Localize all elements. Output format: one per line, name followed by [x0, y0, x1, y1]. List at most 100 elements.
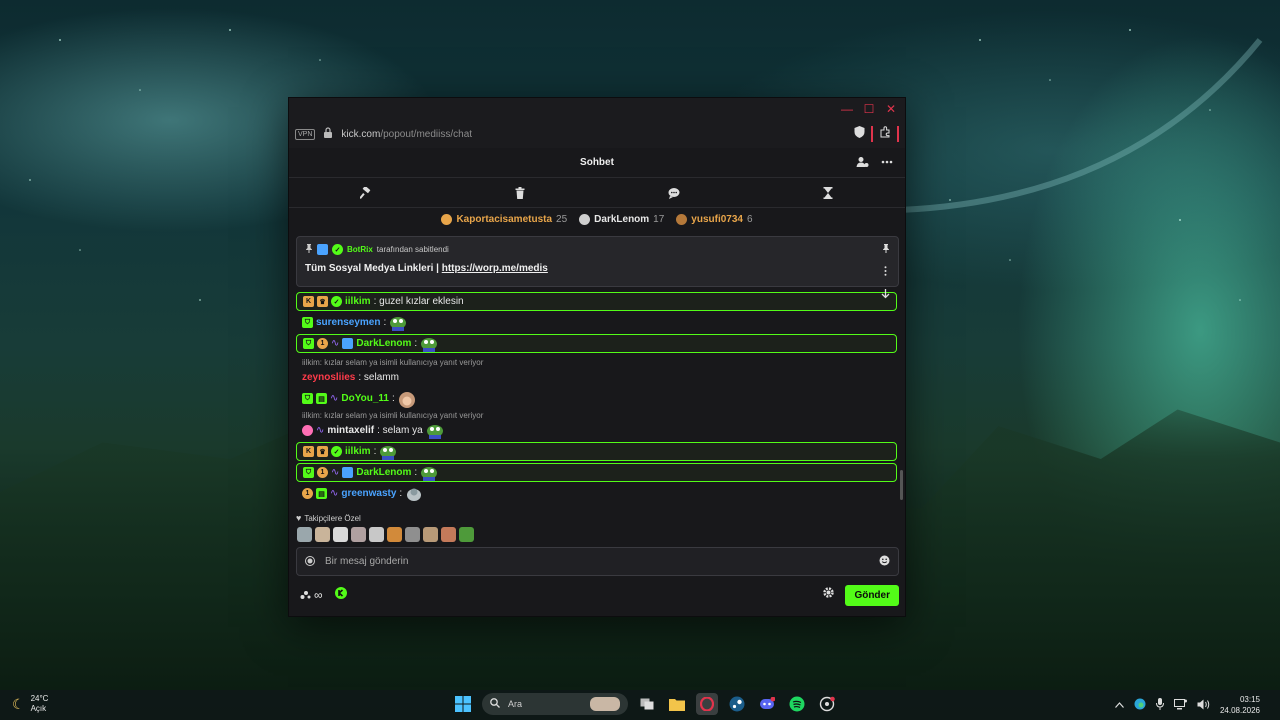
- emote-slot[interactable]: [423, 527, 438, 542]
- username[interactable]: greenwasty: [341, 488, 396, 499]
- emote-slot[interactable]: [351, 527, 366, 542]
- user-settings-icon[interactable]: [856, 155, 869, 173]
- channel-points-icon[interactable]: ∞: [300, 588, 323, 602]
- lock-icon[interactable]: [323, 125, 333, 143]
- chat-message[interactable]: K ♛ ✓ iilkim : guzel kızlar eklesin: [296, 292, 897, 311]
- rat-emote: [405, 486, 423, 502]
- leaderboard-entry-3[interactable]: yusufi0734 6: [676, 213, 753, 225]
- leaderboard-entry-2[interactable]: DarkLenom 17: [579, 213, 664, 225]
- pinned-text-prefix: Tüm Sosyal Medya Linkleri |: [305, 263, 439, 274]
- url-text[interactable]: kick.com/popout/mediiss/chat: [341, 129, 846, 140]
- vpn-badge[interactable]: VPN: [295, 128, 316, 140]
- ban-hammer-icon[interactable]: [354, 183, 378, 203]
- pinned-author[interactable]: BotRix: [347, 245, 373, 254]
- sub-badge-icon: [342, 467, 354, 478]
- maximize-button[interactable]: ☐: [861, 101, 877, 117]
- date-text: 24.08.2026: [1219, 706, 1260, 715]
- search-icon: [490, 698, 500, 710]
- username[interactable]: DarkLenom: [356, 467, 411, 478]
- hourglass-icon[interactable]: [816, 183, 840, 203]
- sidebar-separator-right: [897, 126, 899, 142]
- message-text: :: [383, 317, 387, 328]
- chat-message[interactable]: ⛉ 1 ∿ DarkLenom :: [296, 334, 897, 353]
- kick-logo-icon[interactable]: [334, 586, 347, 604]
- trash-icon[interactable]: [508, 183, 532, 203]
- chat-message[interactable]: K ♛ ✓ iilkim :: [296, 442, 897, 461]
- username[interactable]: DoYou_11: [341, 393, 389, 404]
- steam-icon[interactable]: [726, 693, 748, 715]
- emote-slot[interactable]: [297, 527, 312, 542]
- chat-message[interactable]: ⛉ surenseymen :: [296, 313, 897, 332]
- username[interactable]: zeynosliies: [302, 372, 355, 383]
- send-button[interactable]: Gönder: [845, 584, 899, 606]
- pepe-emote: [389, 315, 407, 331]
- emote-slot[interactable]: [369, 527, 384, 542]
- task-view-icon[interactable]: [636, 693, 658, 715]
- chat-message[interactable]: ∿ mintaxelif : selam ya: [296, 421, 897, 440]
- emote-slot[interactable]: [441, 527, 456, 542]
- emote-slot[interactable]: [387, 527, 402, 542]
- username[interactable]: DarkLenom: [356, 338, 411, 349]
- minimize-button[interactable]: —: [839, 101, 855, 117]
- gift-badge-icon: ▤: [316, 393, 327, 404]
- chat-title: Sohbet: [580, 157, 614, 168]
- edge-icon[interactable]: [1134, 698, 1146, 712]
- windows-start-icon[interactable]: [452, 693, 474, 715]
- chat-message[interactable]: ⛉ ▤ ∿ DoYou_11 :: [296, 389, 897, 408]
- rank-coin-icon: 1: [302, 488, 313, 499]
- unpin-icon[interactable]: [882, 244, 890, 256]
- username[interactable]: mintaxelif: [327, 425, 374, 436]
- pinned-more-icon[interactable]: [884, 266, 887, 279]
- chevron-up-icon[interactable]: [1115, 701, 1124, 710]
- close-button[interactable]: ✕: [883, 101, 899, 117]
- emote-slot[interactable]: [315, 527, 330, 542]
- taskbar-search[interactable]: Ara: [482, 693, 628, 715]
- volume-icon[interactable]: [1197, 699, 1210, 712]
- discord-icon[interactable]: [756, 693, 778, 715]
- file-explorer-icon[interactable]: [666, 693, 688, 715]
- network-icon[interactable]: [1173, 698, 1187, 712]
- chat-message[interactable]: 1 ▤ ∿ greenwasty :: [296, 484, 897, 503]
- spotify-icon[interactable]: [786, 693, 808, 715]
- chat-message-list[interactable]: K ♛ ✓ iilkim : guzel kızlar eklesin ⛉ su…: [296, 290, 899, 504]
- pepe-emote: [379, 444, 397, 460]
- mod-shield-icon: ⛉: [302, 317, 313, 328]
- chat-header: Sohbet: [289, 148, 905, 178]
- pinned-link[interactable]: https://worp.me/medis: [442, 263, 548, 274]
- settings-gear-icon[interactable]: [822, 586, 835, 604]
- app-icon-notification[interactable]: [816, 693, 838, 715]
- taskbar: ☾ 24°C Açık Ara 03:15 24.08.2026: [0, 690, 1280, 720]
- chat-bubble-icon[interactable]: [662, 183, 686, 203]
- opera-browser-icon[interactable]: [696, 693, 718, 715]
- message-input[interactable]: [325, 556, 869, 567]
- weather-widget[interactable]: ☾ 24°C Açık: [12, 694, 48, 714]
- sub-badge-icon: [342, 338, 354, 349]
- shield-icon[interactable]: [854, 125, 865, 143]
- extensions-icon[interactable]: [879, 125, 891, 143]
- chat-scrollbar[interactable]: [900, 470, 903, 500]
- record-icon[interactable]: [305, 553, 315, 571]
- reply-context[interactable]: iilkim: kızlar selam ya isimli kullanıcı…: [302, 358, 483, 367]
- microphone-icon[interactable]: [1155, 698, 1164, 712]
- emote-slot[interactable]: [459, 527, 474, 542]
- clock[interactable]: 03:15 24.08.2026: [1220, 694, 1260, 716]
- emote-slot[interactable]: [405, 527, 420, 542]
- mod-shield-icon: ⛉: [303, 338, 314, 349]
- username[interactable]: surenseymen: [316, 317, 380, 328]
- leaderboard-entry-1[interactable]: Kaportacisametusta 25: [441, 213, 567, 225]
- chat-message[interactable]: ⛉ 1 ∿ DarkLenom :: [296, 463, 897, 482]
- reply-context[interactable]: iilkim: kızlar selam ya isimli kullanıcı…: [302, 411, 483, 420]
- username[interactable]: iilkim: [345, 296, 371, 307]
- more-options-icon[interactable]: [881, 155, 893, 173]
- expand-arrow-icon[interactable]: [881, 289, 890, 302]
- bronze-rank-icon: [676, 213, 688, 225]
- pin-icon: [305, 244, 313, 255]
- message-text: :: [373, 446, 377, 457]
- verified-badge-icon: ✓: [332, 244, 343, 255]
- emoji-icon[interactable]: [879, 553, 890, 571]
- message-text: : guzel kızlar eklesin: [373, 296, 464, 307]
- chat-message[interactable]: zeynosliies : selamm: [296, 368, 897, 387]
- username[interactable]: iilkim: [345, 446, 371, 457]
- message-text: :: [399, 488, 403, 499]
- emote-slot[interactable]: [333, 527, 348, 542]
